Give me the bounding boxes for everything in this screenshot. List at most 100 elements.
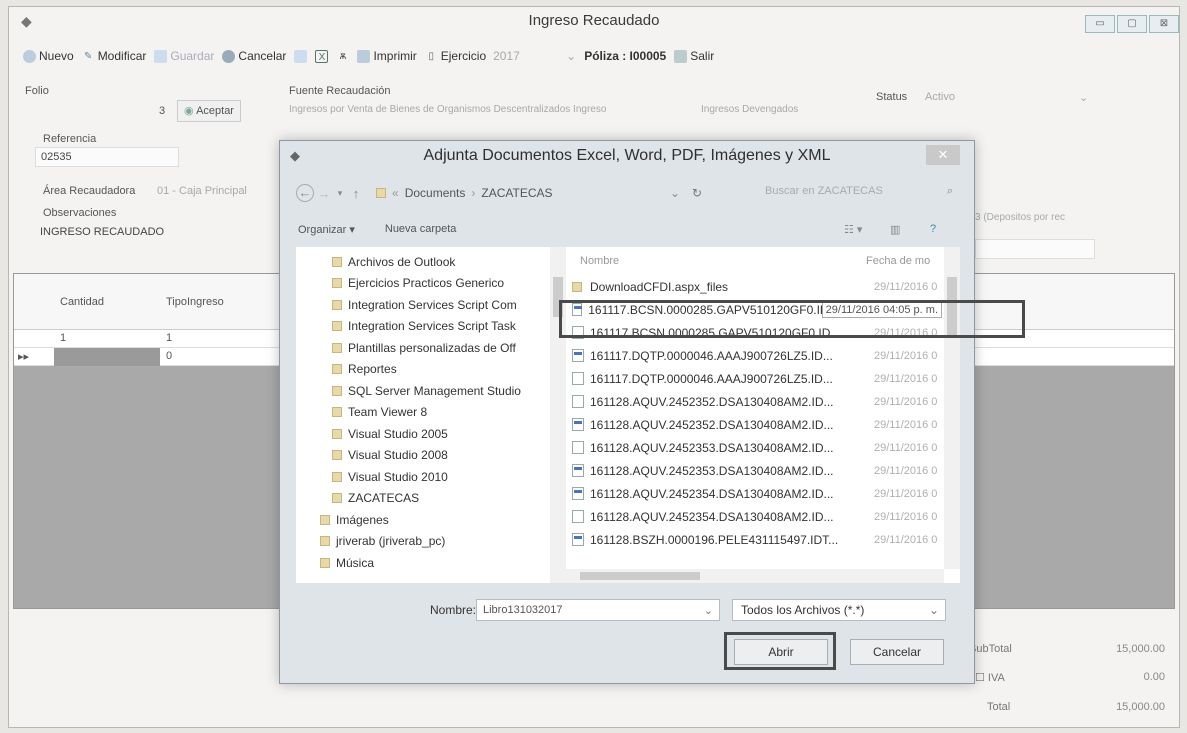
- imprimir-button[interactable]: Imprimir: [357, 49, 417, 63]
- filename-input[interactable]: Libro131032017 ⌄: [476, 599, 720, 621]
- file-type-select[interactable]: Todos los Archivos (*.*) ⌄: [732, 599, 946, 621]
- new-icon: [23, 49, 36, 63]
- file-list-item[interactable]: 161128.AQUV.2452352.DSA130408AM2.ID... 29…: [572, 390, 942, 413]
- hscroll-thumb[interactable]: [580, 572, 700, 580]
- col-nombre[interactable]: Nombre: [580, 255, 619, 267]
- breadcrumb-dropdown-icon[interactable]: ⌄: [670, 186, 680, 200]
- file-list-item[interactable]: 161117.DQTP.0000046.AAAJ900726LZ5.ID... 2…: [572, 367, 942, 390]
- new-folder-button[interactable]: Nueva carpeta: [385, 223, 457, 235]
- help-icon[interactable]: ?: [930, 223, 936, 235]
- ejercicio-select[interactable]: 2017: [493, 49, 563, 63]
- up-arrow-icon[interactable]: ↑: [346, 186, 366, 201]
- observaciones-input[interactable]: INGRESO RECAUDADO: [35, 223, 281, 243]
- nav-folder-label: Reportes: [348, 362, 397, 376]
- breadcrumb-zacatecas[interactable]: ZACATECAS: [481, 186, 552, 200]
- col-fecha[interactable]: Fecha de mo: [866, 255, 930, 267]
- status-select[interactable]: Activo: [925, 91, 955, 103]
- refresh-icon[interactable]: ↻: [692, 186, 702, 200]
- file-list-item[interactable]: 161128.AQUV.2452353.DSA130408AM2.ID... 29…: [572, 459, 942, 482]
- salir-button[interactable]: Salir: [674, 49, 714, 63]
- file-scroll-thumb[interactable]: [947, 277, 957, 337]
- selected-cell[interactable]: [54, 348, 160, 366]
- area-select[interactable]: 01 - Caja Principal: [157, 185, 247, 197]
- file-list-item[interactable]: 161117.BCSN.0000285.GAPV510120GF0.ID... 2…: [572, 298, 942, 321]
- breadcrumb-documents[interactable]: Documents: [405, 186, 466, 200]
- pdf-file-icon: [572, 349, 584, 362]
- ingresos-devengados-button[interactable]: Ingresos Devengados: [701, 104, 798, 115]
- nav-folder-label: ZACATECAS: [348, 491, 420, 505]
- file-list-item[interactable]: 161128.AQUV.2452352.DSA130408AM2.ID... 29…: [572, 413, 942, 436]
- attach-icon: [294, 49, 308, 63]
- cancel-button[interactable]: Cancelar: [850, 639, 944, 665]
- nav-folder-item[interactable]: Reportes: [332, 359, 397, 380]
- attach-button[interactable]: [294, 49, 308, 63]
- nuevo-label: Nuevo: [39, 49, 74, 63]
- preview-pane-icon[interactable]: ▥: [890, 223, 900, 236]
- nav-folder-item[interactable]: Imágenes: [320, 509, 389, 530]
- forward-arrow-icon[interactable]: →: [314, 186, 334, 201]
- file-list-item[interactable]: DownloadCFDI.aspx_files 29/11/2016 0: [572, 275, 942, 298]
- aceptar-button[interactable]: ◉ Aceptar: [177, 100, 241, 122]
- nav-folder-item[interactable]: Team Viewer 8: [332, 402, 427, 423]
- close-icon[interactable]: ✕: [926, 145, 960, 165]
- folder-icon: [332, 385, 342, 396]
- nav-scrollbar[interactable]: [550, 247, 566, 583]
- col-cantidad: Cantidad: [60, 296, 105, 308]
- close-window-button[interactable]: ⊠: [1149, 15, 1179, 33]
- file-list-item[interactable]: 161128.AQUV.2452354.DSA130408AM2.ID... 29…: [572, 505, 942, 528]
- maximize-button[interactable]: ▢: [1117, 15, 1147, 33]
- right-field[interactable]: [975, 239, 1095, 259]
- file-date: 29/11/2016 0: [874, 533, 938, 546]
- binoculars-button[interactable]: ѫ: [336, 50, 349, 63]
- file-list-item[interactable]: 161128.AQUV.2452353.DSA130408AM2.ID... 29…: [572, 436, 942, 459]
- file-name: 161128.AQUV.2452352.DSA130408AM2.ID...: [590, 417, 834, 432]
- guardar-button[interactable]: Guardar: [154, 49, 214, 63]
- navigation-pane: Archivos de Outlook Ejercicios Practicos …: [296, 247, 566, 583]
- view-options-icon[interactable]: ☷ ▾: [844, 223, 862, 236]
- file-list-item[interactable]: 161128.BSZH.0000196.PELE431115497.IDT...…: [572, 528, 942, 551]
- file-list: Nombre Fecha de mo DownloadCFDI.aspx_fil…: [566, 247, 960, 583]
- depositos-select[interactable]: 3 (Depositos por rec: [975, 212, 1065, 223]
- nav-folder-item[interactable]: Visual Studio 2008: [332, 445, 448, 466]
- search-input[interactable]: Buscar en ZACATECAS ⌕: [761, 183, 957, 203]
- nav-folder-item[interactable]: ZACATECAS: [332, 488, 419, 509]
- nav-folder-item[interactable]: SQL Server Management Studio: [332, 380, 521, 401]
- cell-tipo: 0: [166, 350, 173, 362]
- file-list-item[interactable]: 161117.DQTP.0000046.AAAJ900726LZ5.ID... 2…: [572, 344, 942, 367]
- horizontal-scrollbar[interactable]: [566, 569, 944, 583]
- cancelar-button[interactable]: Cancelar: [222, 49, 286, 63]
- nav-scroll-thumb[interactable]: [553, 277, 563, 317]
- nav-folder-item[interactable]: Archivos de Outlook: [332, 251, 455, 272]
- file-list-item[interactable]: 161117.BCSN.0000285.GAPV510120GF0.ID... 2…: [572, 321, 942, 344]
- nav-folder-item[interactable]: Ejercicios Practicos Generico: [332, 273, 504, 294]
- open-button[interactable]: Abrir: [734, 639, 828, 665]
- pdf-file-icon: [572, 303, 583, 316]
- modificar-button[interactable]: ✎ Modificar: [82, 49, 146, 63]
- back-arrow-icon[interactable]: ←: [296, 184, 314, 202]
- toolbar: Nuevo ✎ Modificar Guardar Cancelar X ѫ I…: [23, 45, 923, 67]
- folder-icon: [332, 450, 342, 460]
- address-bar: ← → ▾ ↑ « Documents › ZACATECAS ⌄ ↻ Busc…: [296, 179, 960, 207]
- nav-folder-item[interactable]: Visual Studio 2005: [332, 423, 448, 444]
- nav-folder-item[interactable]: jriverab (jriverab_pc): [320, 531, 445, 552]
- fuente-select[interactable]: Ingresos por Venta de Bienes de Organism…: [289, 104, 689, 115]
- nav-folder-item[interactable]: Visual Studio 2010: [332, 466, 448, 487]
- excel-button[interactable]: X: [315, 49, 329, 63]
- organize-menu[interactable]: Organizar ▾: [298, 223, 355, 236]
- cell-tipo: 1: [166, 332, 173, 344]
- minimize-button[interactable]: ▭: [1085, 15, 1115, 33]
- nav-folder-item[interactable]: Música: [320, 552, 374, 573]
- nav-folder-label: Música: [336, 555, 375, 570]
- iva-checkbox[interactable]: ☐ IVA: [975, 671, 1005, 684]
- file-list-item[interactable]: 161128.AQUV.2452354.DSA130408AM2.ID... 29…: [572, 482, 942, 505]
- recent-chevron-icon[interactable]: ▾: [334, 188, 346, 199]
- nuevo-button[interactable]: Nuevo: [23, 49, 74, 63]
- nav-folder-item[interactable]: Plantillas personalizadas de Off: [332, 337, 516, 358]
- breadcrumb[interactable]: « Documents › ZACATECAS: [376, 186, 553, 200]
- nav-folder-item[interactable]: Integration Services Script Task: [332, 316, 516, 337]
- nav-folder-item[interactable]: Integration Services Script Com: [332, 294, 517, 315]
- print-icon: [357, 49, 371, 63]
- file-scrollbar[interactable]: [944, 247, 960, 569]
- referencia-input[interactable]: 02535: [35, 147, 179, 167]
- nav-folder-label: jriverab (jriverab_pc): [336, 534, 446, 548]
